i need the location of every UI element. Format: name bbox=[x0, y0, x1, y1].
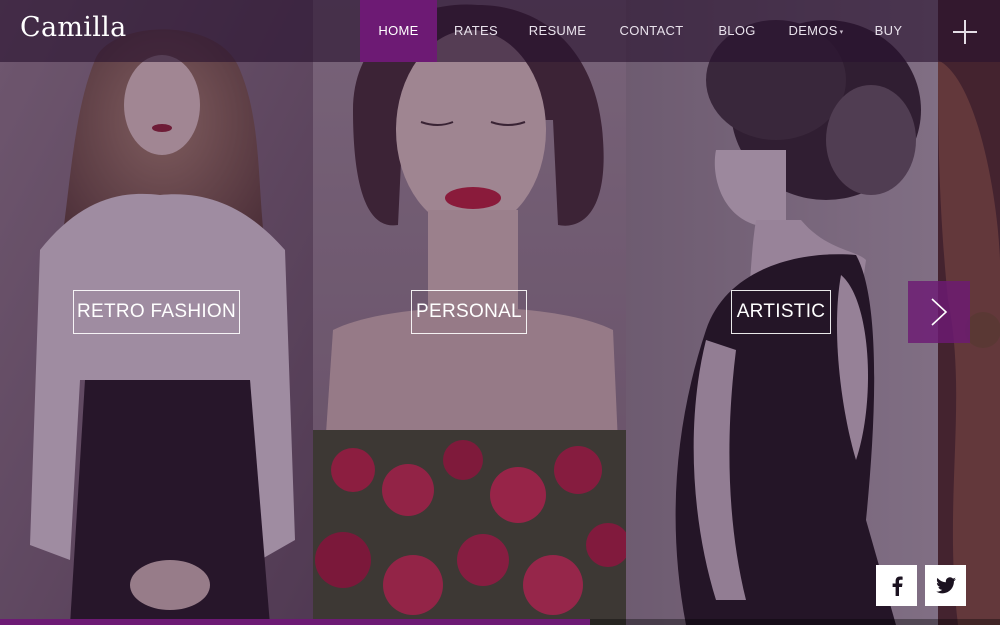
panel-label-personal[interactable]: PERSONAL bbox=[411, 290, 527, 334]
flowers bbox=[313, 430, 626, 625]
panel-label-artistic[interactable]: ARTISTIC bbox=[731, 290, 831, 334]
plus-icon[interactable] bbox=[952, 19, 978, 45]
twitter-button[interactable] bbox=[925, 565, 966, 606]
chevron-right-icon bbox=[931, 298, 948, 326]
nav-resume[interactable]: RESUME bbox=[515, 0, 600, 62]
gallery: RETRO FASHION PERSONAL ARTISTIC bbox=[0, 0, 1000, 625]
twitter-icon bbox=[935, 577, 956, 594]
nav-contact[interactable]: CONTACT bbox=[600, 0, 703, 62]
facebook-icon bbox=[892, 576, 903, 596]
nav-blog[interactable]: BLOG bbox=[703, 0, 771, 62]
slideshow-progress-fill bbox=[0, 619, 590, 625]
nav-rates[interactable]: RATES bbox=[437, 0, 515, 62]
gallery-panel-retro-fashion[interactable]: RETRO FASHION bbox=[0, 0, 313, 625]
site-header: Camilla HOME RATES RESUME CONTACT BLOG D… bbox=[0, 0, 1000, 62]
main-nav: HOME RATES RESUME CONTACT BLOG DEMOS ▾ BU… bbox=[360, 0, 916, 62]
nav-demos-label: DEMOS bbox=[788, 23, 838, 38]
gallery-panel-artistic[interactable]: ARTISTIC bbox=[626, 0, 938, 625]
gallery-panel-personal[interactable]: PERSONAL bbox=[313, 0, 626, 625]
next-slide-button[interactable] bbox=[908, 281, 970, 343]
site-logo[interactable]: Camilla bbox=[20, 12, 126, 43]
panel-label-retro-fashion[interactable]: RETRO FASHION bbox=[73, 290, 240, 334]
nav-demos[interactable]: DEMOS ▾ bbox=[771, 0, 861, 62]
nav-buy[interactable]: BUY bbox=[861, 0, 916, 62]
slideshow-progress bbox=[0, 619, 1000, 625]
nav-home[interactable]: HOME bbox=[360, 0, 437, 62]
chevron-down-icon: ▾ bbox=[839, 29, 844, 36]
facebook-button[interactable] bbox=[876, 565, 917, 606]
